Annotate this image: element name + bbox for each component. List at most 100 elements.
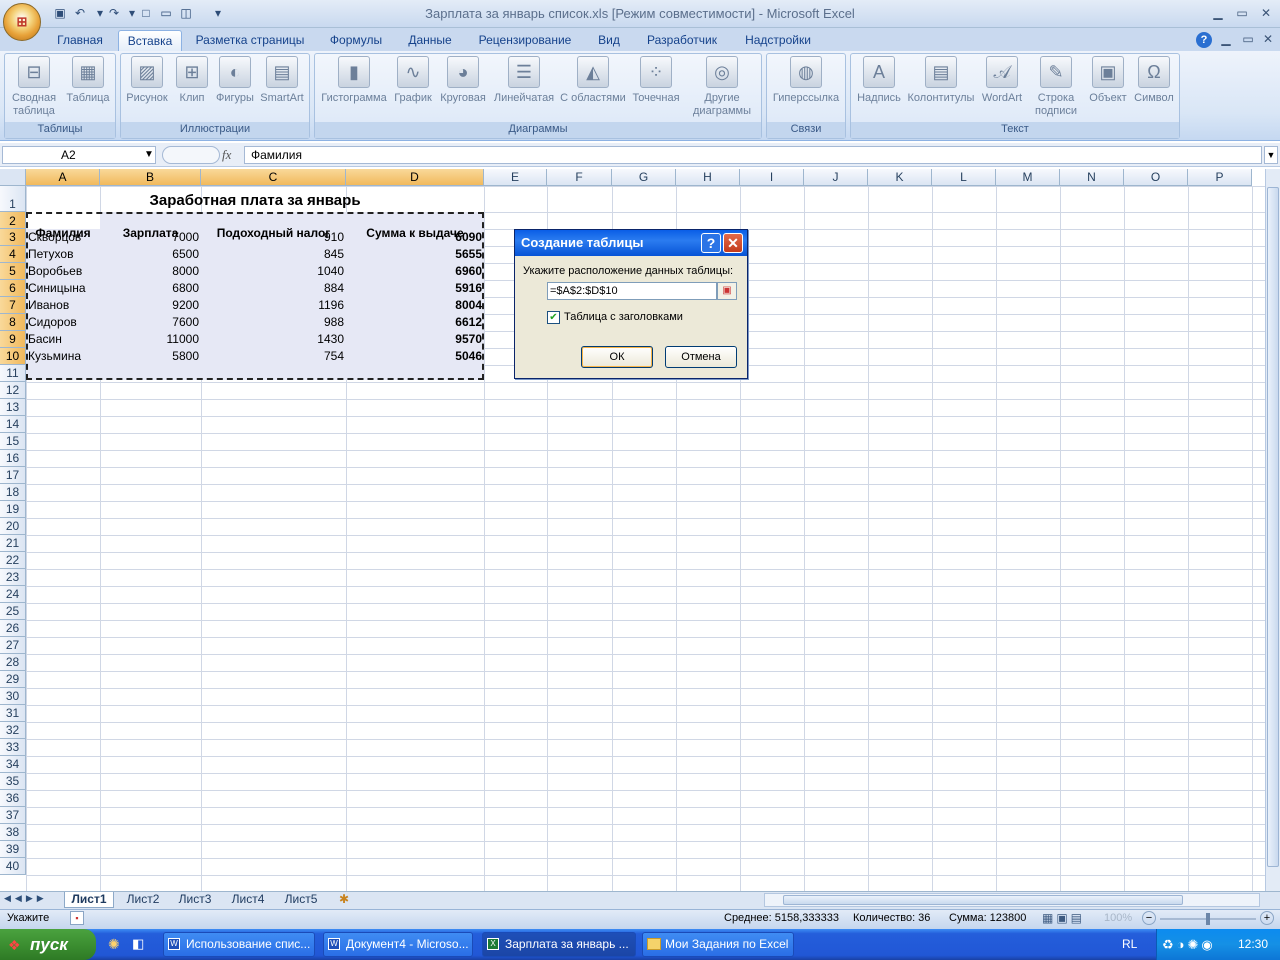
bar-chart-button[interactable]: ☰ Линейчатая (490, 56, 558, 105)
sheet-tab-4[interactable]: Лист4 (223, 892, 273, 908)
row-header[interactable]: 24 (0, 586, 26, 603)
row-header[interactable]: 26 (0, 620, 26, 637)
sheet-title[interactable]: Заработная плата за январь (26, 192, 484, 209)
row-header[interactable]: 35 (0, 773, 26, 790)
column-header-k[interactable]: K (868, 169, 932, 186)
shapes-button[interactable]: ◐ Фигуры (212, 56, 258, 105)
row-header[interactable]: 29 (0, 671, 26, 688)
expand-formula-bar-icon[interactable]: ▼ (1264, 146, 1278, 164)
row-header[interactable]: 8 (0, 314, 26, 331)
picture-button[interactable]: ▨ Рисунок (123, 56, 171, 105)
minimize-icon[interactable]: ▁ (1206, 4, 1230, 22)
zoom-out-icon[interactable]: − (1142, 911, 1156, 925)
symbol-button[interactable]: Ω Символ (1132, 56, 1176, 105)
row-header[interactable]: 19 (0, 501, 26, 518)
restore-icon[interactable]: ▭ (1230, 4, 1254, 22)
row-header[interactable]: 2 (0, 212, 26, 229)
scatter-chart-button[interactable]: ⁘ Точечная (626, 56, 686, 105)
row-header[interactable]: 34 (0, 756, 26, 773)
name-box[interactable]: A2 (2, 146, 156, 164)
row-header[interactable]: 37 (0, 807, 26, 824)
signature-line-button[interactable]: ✎ Строка подписи (1028, 56, 1084, 118)
row-header[interactable]: 36 (0, 790, 26, 807)
row-header[interactable]: 28 (0, 654, 26, 671)
task-item-folder[interactable]: Мои Задания по Excel (642, 932, 794, 957)
print-preview-icon[interactable]: ◫ (178, 5, 194, 21)
insert-function-icon[interactable]: fx (222, 146, 242, 164)
ok-button[interactable]: ОК (581, 346, 653, 368)
row-header[interactable]: 10 (0, 348, 26, 365)
tab-insert[interactable]: Вставка (118, 30, 182, 52)
column-header-m[interactable]: M (996, 169, 1060, 186)
tab-view[interactable]: Вид (590, 30, 628, 52)
help-icon[interactable]: ? (701, 233, 721, 253)
zoom-slider-thumb[interactable] (1206, 913, 1210, 925)
line-chart-button[interactable]: ∿ График (390, 56, 436, 105)
column-header-e[interactable]: E (484, 169, 547, 186)
open-folder-icon[interactable]: ▭ (158, 5, 174, 21)
row-header[interactable]: 14 (0, 416, 26, 433)
new-document-icon[interactable]: □ (138, 5, 154, 21)
row-header[interactable]: 27 (0, 637, 26, 654)
formula-bar-splitter[interactable] (162, 146, 220, 164)
cancel-button[interactable]: Отмена (665, 346, 737, 368)
pie-chart-button[interactable]: ◕ Круговая (436, 56, 490, 105)
undo-icon[interactable]: ↶ (72, 5, 88, 21)
column-header-o[interactable]: O (1124, 169, 1188, 186)
macro-record-icon[interactable]: ▪ (70, 911, 84, 925)
tab-page-layout[interactable]: Разметка страницы (190, 30, 310, 52)
office-button[interactable]: ⊞ (3, 3, 41, 41)
headers-checkbox[interactable]: ✔ (547, 311, 560, 324)
row-header[interactable]: 39 (0, 841, 26, 858)
row-header[interactable]: 25 (0, 603, 26, 620)
close-workbook-icon[interactable]: ✕ (1256, 30, 1280, 48)
horizontal-scroll-thumb[interactable] (783, 895, 1183, 905)
collapse-dialog-icon[interactable]: ▣ (717, 282, 737, 300)
row-header[interactable]: 22 (0, 552, 26, 569)
hyperlink-button[interactable]: ◍ Гиперссылка (768, 56, 844, 105)
column-header-l[interactable]: L (932, 169, 996, 186)
task-item-excel[interactable]: Зарплата за январь ... (482, 932, 636, 957)
smartart-button[interactable]: ▤ SmartArt (258, 56, 306, 105)
clip-button[interactable]: ⊞ Клип (172, 56, 212, 105)
range-input[interactable]: =$A$2:$D$10 (547, 282, 717, 300)
sheet-tab-2[interactable]: Лист2 (118, 892, 168, 908)
help-icon[interactable]: ? (1196, 32, 1212, 48)
pivot-table-button[interactable]: ⊟ Сводная таблица (8, 56, 60, 118)
column-header-d[interactable]: D (346, 169, 484, 186)
row-header[interactable]: 21 (0, 535, 26, 552)
other-charts-button[interactable]: ◎ Другие диаграммы (686, 56, 758, 118)
formula-input[interactable]: Фамилия (244, 146, 1262, 164)
column-header-i[interactable]: I (740, 169, 804, 186)
insert-sheet-icon[interactable]: ✱ (334, 892, 354, 908)
row-header[interactable]: 16 (0, 450, 26, 467)
save-icon[interactable]: ▣ (52, 5, 68, 21)
row-header[interactable]: 3 (0, 229, 26, 246)
row-header[interactable]: 4 (0, 246, 26, 263)
vertical-scrollbar[interactable] (1265, 169, 1280, 891)
close-icon[interactable]: ✕ (1254, 4, 1278, 22)
column-header-n[interactable]: N (1060, 169, 1124, 186)
quicklaunch-desktop-icon[interactable]: ◧ (132, 936, 148, 952)
tab-home[interactable]: Главная (48, 30, 112, 52)
row-header[interactable]: 7 (0, 297, 26, 314)
row-header[interactable]: 20 (0, 518, 26, 535)
row-header[interactable]: 5 (0, 263, 26, 280)
zoom-level[interactable]: 100% (1104, 912, 1132, 924)
redo-icon[interactable]: ↷ (106, 5, 122, 21)
column-header-g[interactable]: G (612, 169, 676, 186)
row-header[interactable]: 13 (0, 399, 26, 416)
row-header[interactable]: 32 (0, 722, 26, 739)
header-footer-button[interactable]: ▤ Колонтитулы (904, 56, 978, 105)
minimize-workbook-icon[interactable]: ▁ (1214, 30, 1238, 48)
name-box-dropdown-icon[interactable]: ▼ (144, 148, 156, 162)
tray-icons[interactable]: ♻◑✺◉ (1162, 937, 1234, 953)
view-buttons-icon[interactable]: ▦▣▤ (1042, 911, 1096, 925)
column-chart-button[interactable]: ▮ Гистограмма (318, 56, 390, 105)
sheet-tab-1[interactable]: Лист1 (64, 892, 114, 908)
headers-checkbox-label[interactable]: Таблица с заголовками (564, 311, 683, 323)
row-header[interactable]: 33 (0, 739, 26, 756)
input-language[interactable]: RL (1122, 937, 1137, 951)
sheet-nav-arrows-icon[interactable]: ◀◀▶▶ (4, 893, 60, 904)
horizontal-scrollbar[interactable] (764, 893, 1260, 907)
